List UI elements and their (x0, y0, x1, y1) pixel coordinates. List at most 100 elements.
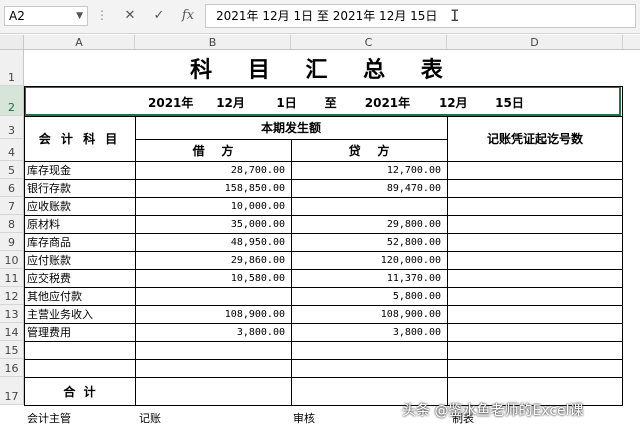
row-header-17[interactable]: 17 (0, 377, 24, 405)
credit-amount-cell[interactable]: 12,700.00 (291, 161, 447, 179)
credit-amount-cell[interactable] (291, 359, 447, 377)
more-options-icon[interactable]: ⋮ (96, 8, 108, 22)
account-name-cell[interactable]: 应收账款 (25, 197, 135, 215)
credit-amount-cell[interactable]: 11,370.00 (291, 269, 447, 287)
credit-amount-cell[interactable]: 29,800.00 (291, 215, 447, 233)
border-line (24, 377, 623, 378)
voucher-range-cell[interactable] (447, 269, 623, 287)
credit-amount-cell[interactable]: 120,000.00 (291, 251, 447, 269)
credit-amount-cell[interactable]: 89,470.00 (291, 179, 447, 197)
account-name-cell[interactable]: 管理费用 (25, 323, 135, 341)
chevron-down-icon[interactable]: ▼ (76, 7, 83, 25)
row-header-5[interactable]: 5 (0, 161, 24, 179)
header-debit[interactable]: 借 方 (135, 139, 291, 161)
row-header-7[interactable]: 7 (0, 197, 24, 215)
account-name-cell[interactable]: 应交税费 (25, 269, 135, 287)
debit-amount-cell[interactable]: 158,850.00 (135, 179, 291, 197)
border-line (24, 215, 623, 216)
row-header-8[interactable]: 8 (0, 215, 24, 233)
column-header-a[interactable]: A (24, 35, 135, 50)
formula-input[interactable]: 2021年 12月 1日 至 2021年 12月 15日 (205, 4, 636, 28)
header-credit[interactable]: 贷 方 (291, 139, 447, 161)
border-line (24, 86, 623, 87)
header-period-amount[interactable]: 本期发生额 (135, 116, 447, 139)
row-header-10[interactable]: 10 (0, 251, 24, 269)
row-header-15[interactable]: 15 (0, 341, 24, 359)
row-header-11[interactable]: 11 (0, 269, 24, 287)
date-to-year: 2021年 (364, 96, 411, 110)
debit-amount-cell[interactable]: 108,900.00 (135, 305, 291, 323)
debit-amount-cell[interactable]: 3,800.00 (135, 323, 291, 341)
voucher-range-cell[interactable] (447, 215, 623, 233)
row-header-14[interactable]: 14 (0, 323, 24, 341)
row-header-12[interactable]: 12 (0, 287, 24, 305)
voucher-range-cell[interactable] (447, 233, 623, 251)
select-all-corner[interactable] (0, 35, 24, 50)
debit-amount-cell[interactable]: 10,000.00 (135, 197, 291, 215)
debit-amount-cell[interactable]: 10,580.00 (135, 269, 291, 287)
debit-amount-cell[interactable]: 48,950.00 (135, 233, 291, 251)
credit-amount-cell[interactable]: 5,800.00 (291, 287, 447, 305)
row-header-4[interactable]: 4 (0, 139, 24, 161)
row-header-1[interactable]: 1 (0, 50, 24, 86)
column-header-b[interactable]: B (135, 35, 291, 50)
header-voucher-range[interactable]: 记账凭证起讫号数 (447, 116, 623, 161)
enter-icon[interactable]: ✓ (146, 6, 172, 26)
account-name-cell[interactable]: 其他应付款 (25, 287, 135, 305)
voucher-range-cell[interactable] (447, 287, 623, 305)
account-name-cell[interactable]: 库存商品 (25, 233, 135, 251)
account-name-cell[interactable] (25, 359, 135, 377)
debit-amount-cell[interactable] (135, 287, 291, 305)
row-header-6[interactable]: 6 (0, 179, 24, 197)
account-name-cell[interactable]: 库存现金 (25, 161, 135, 179)
border-line (24, 359, 623, 360)
row-header-13[interactable]: 13 (0, 305, 24, 323)
account-name-cell[interactable]: 原材料 (25, 215, 135, 233)
border-line (291, 139, 292, 405)
credit-amount-cell[interactable]: 3,800.00 (291, 323, 447, 341)
total-label[interactable]: 合 计 (24, 377, 135, 405)
account-name-cell[interactable]: 银行存款 (25, 179, 135, 197)
voucher-range-cell[interactable] (447, 341, 623, 359)
voucher-range-cell[interactable] (447, 251, 623, 269)
row-header-16[interactable]: 16 (0, 359, 24, 377)
border-line (135, 116, 136, 405)
voucher-range-cell[interactable] (447, 161, 623, 179)
border-line (24, 305, 623, 306)
debit-amount-cell[interactable] (135, 359, 291, 377)
footer-supervisor[interactable]: 会计主管 (27, 410, 71, 426)
voucher-range-cell[interactable] (447, 197, 623, 215)
footer-reviewer[interactable]: 审核 (293, 410, 315, 426)
row-header-2[interactable]: 2 (0, 86, 24, 116)
credit-amount-cell[interactable] (291, 197, 447, 215)
row-header-9[interactable]: 9 (0, 233, 24, 251)
debit-amount-cell[interactable]: 29,860.00 (135, 251, 291, 269)
name-box-value: A2 (9, 9, 25, 23)
header-account[interactable]: 会 计 科 目 (24, 116, 135, 161)
voucher-range-cell[interactable] (447, 305, 623, 323)
credit-amount-cell[interactable]: 52,800.00 (291, 233, 447, 251)
row-header-3[interactable]: 3 (0, 116, 24, 139)
border-line (447, 116, 448, 405)
credit-amount-cell[interactable]: 108,900.00 (291, 305, 447, 323)
text-cursor-icon: I (450, 6, 460, 25)
debit-amount-cell[interactable]: 35,000.00 (135, 215, 291, 233)
sheet-title[interactable]: 科 目 汇 总 表 (24, 50, 623, 86)
voucher-range-cell[interactable] (447, 323, 623, 341)
column-header-d[interactable]: D (447, 35, 623, 50)
insert-function-icon[interactable]: fx (175, 6, 201, 26)
cancel-icon[interactable]: ✕ (117, 6, 143, 26)
account-name-cell[interactable]: 应付账款 (25, 251, 135, 269)
account-name-cell[interactable]: 主营业务收入 (25, 305, 135, 323)
debit-amount-cell[interactable] (135, 341, 291, 359)
name-box[interactable]: A2 ▼ (4, 6, 88, 26)
voucher-range-cell[interactable] (447, 359, 623, 377)
footer-bookkeeper[interactable]: 记账 (139, 410, 161, 426)
watermark: 头条 @鉴水鱼老师的Excel课 (402, 403, 584, 419)
voucher-range-cell[interactable] (447, 179, 623, 197)
account-name-cell[interactable] (25, 341, 135, 359)
column-header-c[interactable]: C (291, 35, 447, 50)
credit-amount-cell[interactable] (291, 341, 447, 359)
date-to-day: 15日 (495, 96, 524, 110)
debit-amount-cell[interactable]: 28,700.00 (135, 161, 291, 179)
